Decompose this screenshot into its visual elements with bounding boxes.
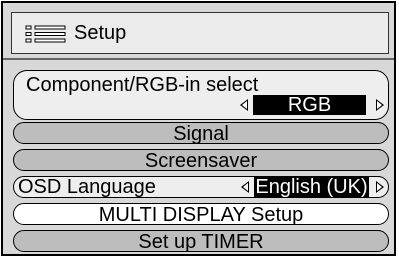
- page-title: Setup: [74, 22, 127, 44]
- screensaver-item[interactable]: Screensaver: [13, 149, 389, 172]
- setup-menu-window: Setup Component/RGB-in select RGB Signal…: [1, 1, 396, 256]
- arrow-left-icon[interactable]: [240, 99, 248, 111]
- component-rgb-value: RGB: [253, 95, 366, 115]
- menu-header: Setup: [11, 12, 389, 54]
- component-rgb-select-item[interactable]: Component/RGB-in select RGB: [13, 70, 389, 120]
- set-up-timer-label: Set up TIMER: [138, 231, 264, 253]
- osd-language-item[interactable]: OSD Language English (UK): [13, 176, 389, 198]
- osd-language-value: English (UK): [254, 176, 369, 198]
- arrow-right-icon[interactable]: [376, 181, 384, 193]
- header-divider: [3, 58, 394, 60]
- set-up-timer-item[interactable]: Set up TIMER: [13, 230, 389, 253]
- arrow-right-icon[interactable]: [376, 99, 384, 111]
- multi-display-setup-item[interactable]: MULTI DISPLAY Setup: [13, 203, 389, 226]
- osd-language-label: OSD Language: [18, 176, 156, 198]
- component-rgb-select-label: Component/RGB-in select: [26, 74, 259, 96]
- arrow-left-icon[interactable]: [241, 181, 249, 193]
- signal-item[interactable]: Signal: [13, 122, 389, 145]
- signal-label: Signal: [173, 123, 229, 145]
- multi-display-setup-label: MULTI DISPLAY Setup: [98, 204, 304, 226]
- screensaver-label: Screensaver: [144, 150, 258, 172]
- list-menu-icon: [25, 25, 66, 43]
